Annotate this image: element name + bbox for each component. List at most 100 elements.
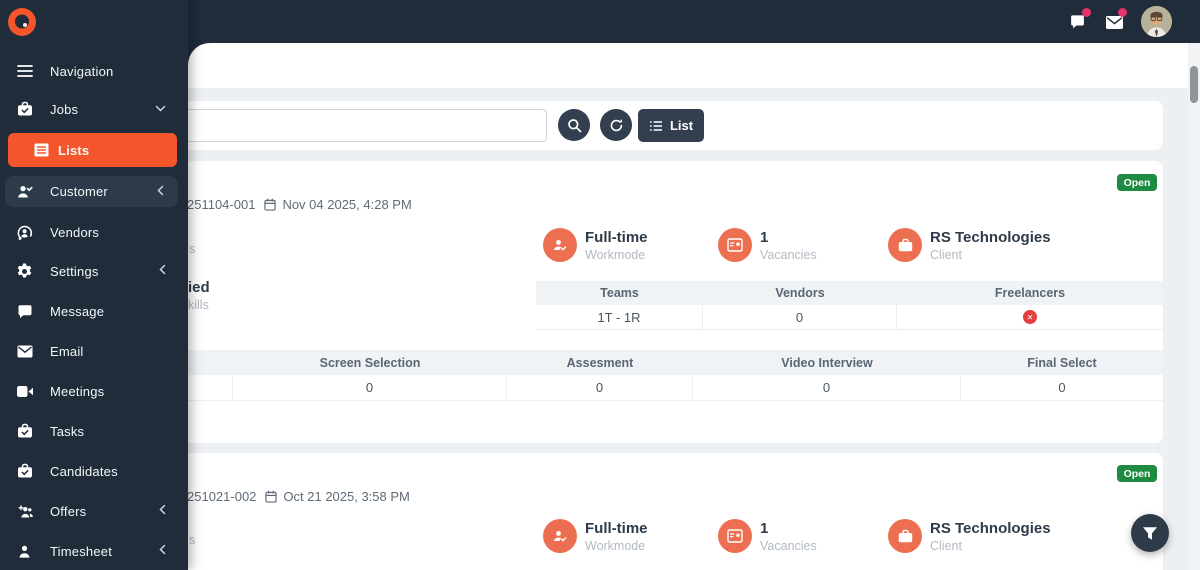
table-row: 1T - 1R 0 bbox=[536, 305, 1163, 330]
person-check-icon bbox=[16, 183, 33, 200]
id-card-icon bbox=[718, 519, 752, 553]
sidebar-item-label: Jobs bbox=[50, 101, 79, 117]
stat-title: Full-time bbox=[585, 520, 648, 537]
column-header bbox=[188, 350, 233, 375]
search-input[interactable] bbox=[188, 109, 547, 142]
video-icon bbox=[16, 383, 33, 400]
column-header: Screen Selection bbox=[319, 355, 421, 370]
cross-circle-icon[interactable] bbox=[1023, 310, 1037, 324]
calendar-icon bbox=[264, 198, 277, 211]
sidebar-nav-header[interactable]: Navigation bbox=[8, 52, 180, 90]
sidebar-item-message[interactable]: Message bbox=[8, 292, 180, 330]
vendors-value: 0 bbox=[703, 305, 897, 330]
list-view-icon bbox=[649, 120, 663, 132]
briefcase-check-icon bbox=[16, 423, 33, 440]
stat-client: RS Technologies Client bbox=[888, 519, 1051, 554]
table-row: 0 0 0 0 bbox=[188, 375, 1163, 401]
sidebar-item-meetings[interactable]: Meetings bbox=[8, 372, 180, 410]
job-code: 251104-001 bbox=[188, 197, 256, 212]
freelancers-cell bbox=[897, 305, 1163, 330]
gear-icon bbox=[16, 263, 33, 280]
app-logo[interactable] bbox=[8, 8, 36, 36]
sidebar-item-offers[interactable]: Offers bbox=[8, 492, 180, 530]
stat-workmode: Full-time Workmode bbox=[543, 228, 648, 263]
stage-value bbox=[188, 375, 233, 401]
briefcase-icon bbox=[888, 228, 922, 262]
mail-notification-dot bbox=[1118, 7, 1127, 17]
stat-title: 1 bbox=[760, 229, 769, 246]
stat-vacancies: 1 Vacancies bbox=[718, 228, 817, 263]
briefcase-check-icon bbox=[16, 101, 33, 118]
search-toolbar: List bbox=[188, 101, 1163, 150]
id-card-icon bbox=[718, 228, 752, 262]
column-header: Final Select bbox=[1027, 355, 1097, 370]
chat-icon[interactable] bbox=[1069, 7, 1091, 32]
chat-notification-dot bbox=[1082, 7, 1091, 17]
sidebar-item-customer[interactable]: Customer bbox=[5, 176, 178, 207]
stat-client: RS Technologies Client bbox=[888, 228, 1051, 263]
column-header: Video Interview bbox=[781, 355, 873, 370]
sidebar-item-candidates[interactable]: Candidates bbox=[8, 452, 180, 490]
left-fragment-title: ied bbox=[188, 279, 210, 296]
column-header: Teams bbox=[600, 286, 639, 300]
sidebar-item-label: Settings bbox=[50, 263, 99, 279]
column-header: Freelancers bbox=[994, 286, 1066, 300]
sidebar-item-label: Customer bbox=[50, 184, 108, 199]
sidebar-nav-label: Navigation bbox=[50, 63, 114, 79]
chat-icon bbox=[16, 303, 33, 320]
avatar[interactable] bbox=[1141, 6, 1172, 37]
sidebar-item-timesheet[interactable]: Timesheet bbox=[8, 532, 180, 570]
status-badge: Open bbox=[1117, 174, 1157, 191]
stat-title: RS Technologies bbox=[930, 520, 1051, 537]
sidebar-item-label: Meetings bbox=[50, 383, 105, 399]
search-button[interactable] bbox=[558, 109, 590, 141]
sidebar-item-label: Vendors bbox=[50, 224, 100, 240]
calendar-icon bbox=[265, 490, 278, 503]
job-code: 251021-002 bbox=[188, 489, 257, 504]
sidebar-item-label: Candidates bbox=[50, 463, 118, 479]
sidebar-item-label: Timesheet bbox=[50, 543, 113, 559]
left-fragment-top: s bbox=[189, 533, 196, 547]
sidebar-item-email[interactable]: Email bbox=[8, 332, 180, 370]
sidebar-item-tasks[interactable]: Tasks bbox=[8, 412, 180, 450]
sidebar-item-lists[interactable]: Lists bbox=[8, 133, 177, 167]
person-icon bbox=[16, 543, 33, 560]
stat-subtitle: Client bbox=[930, 539, 962, 553]
status-badge: Open bbox=[1117, 465, 1157, 482]
stat-subtitle: Client bbox=[930, 248, 962, 262]
job-meta-row: 251104-001 Nov 04 2025, 4:28 PM bbox=[188, 197, 412, 212]
list-view-button[interactable]: List bbox=[638, 109, 704, 142]
person-badge-icon bbox=[543, 519, 577, 553]
filter-fab-button[interactable] bbox=[1131, 514, 1169, 552]
column-header: Assesment bbox=[566, 355, 634, 370]
team-vendor-table: Teams Vendors Freelancers 1T - 1R 0 bbox=[536, 281, 1163, 330]
sidebar-item-label: Tasks bbox=[50, 423, 85, 439]
chevron-left-icon bbox=[158, 262, 166, 280]
job-meta-row: 251021-002 Oct 21 2025, 3:58 PM bbox=[188, 489, 410, 504]
sidebar-item-jobs[interactable]: Jobs bbox=[8, 90, 180, 128]
sidebar-item-vendors[interactable]: Vendors bbox=[8, 213, 180, 251]
mail-icon[interactable] bbox=[1105, 7, 1127, 32]
job-card: Open 251104-001 Nov 04 2025, 4:28 PM s i… bbox=[188, 161, 1163, 443]
envelope-icon bbox=[16, 343, 33, 360]
sidebar-item-label: Email bbox=[50, 343, 84, 359]
stat-vacancies: 1 Vacancies bbox=[718, 519, 817, 554]
stat-subtitle: Workmode bbox=[585, 539, 646, 553]
scrollbar-thumb[interactable] bbox=[1190, 66, 1198, 103]
list-view-label: List bbox=[669, 118, 694, 133]
left-fragment-top: s bbox=[189, 242, 196, 256]
sidebar-item-label: Offers bbox=[50, 503, 87, 519]
filter-icon bbox=[1142, 526, 1158, 541]
refresh-button[interactable] bbox=[600, 109, 632, 141]
left-fragment-subtitle: kills bbox=[188, 298, 209, 312]
chevron-down-icon bbox=[155, 100, 166, 118]
job-card: Open 251021-002 Oct 21 2025, 3:58 PM s F… bbox=[188, 453, 1163, 570]
sidebar-item-settings[interactable]: Settings bbox=[8, 252, 180, 290]
scrollbar-track[interactable] bbox=[1188, 43, 1200, 570]
list-icon bbox=[33, 142, 50, 159]
stage-value: 0 bbox=[693, 375, 961, 401]
hamburger-icon bbox=[16, 63, 33, 80]
stat-title: RS Technologies bbox=[930, 229, 1051, 246]
person-badge-icon bbox=[543, 228, 577, 262]
stat-subtitle: Workmode bbox=[585, 248, 646, 262]
